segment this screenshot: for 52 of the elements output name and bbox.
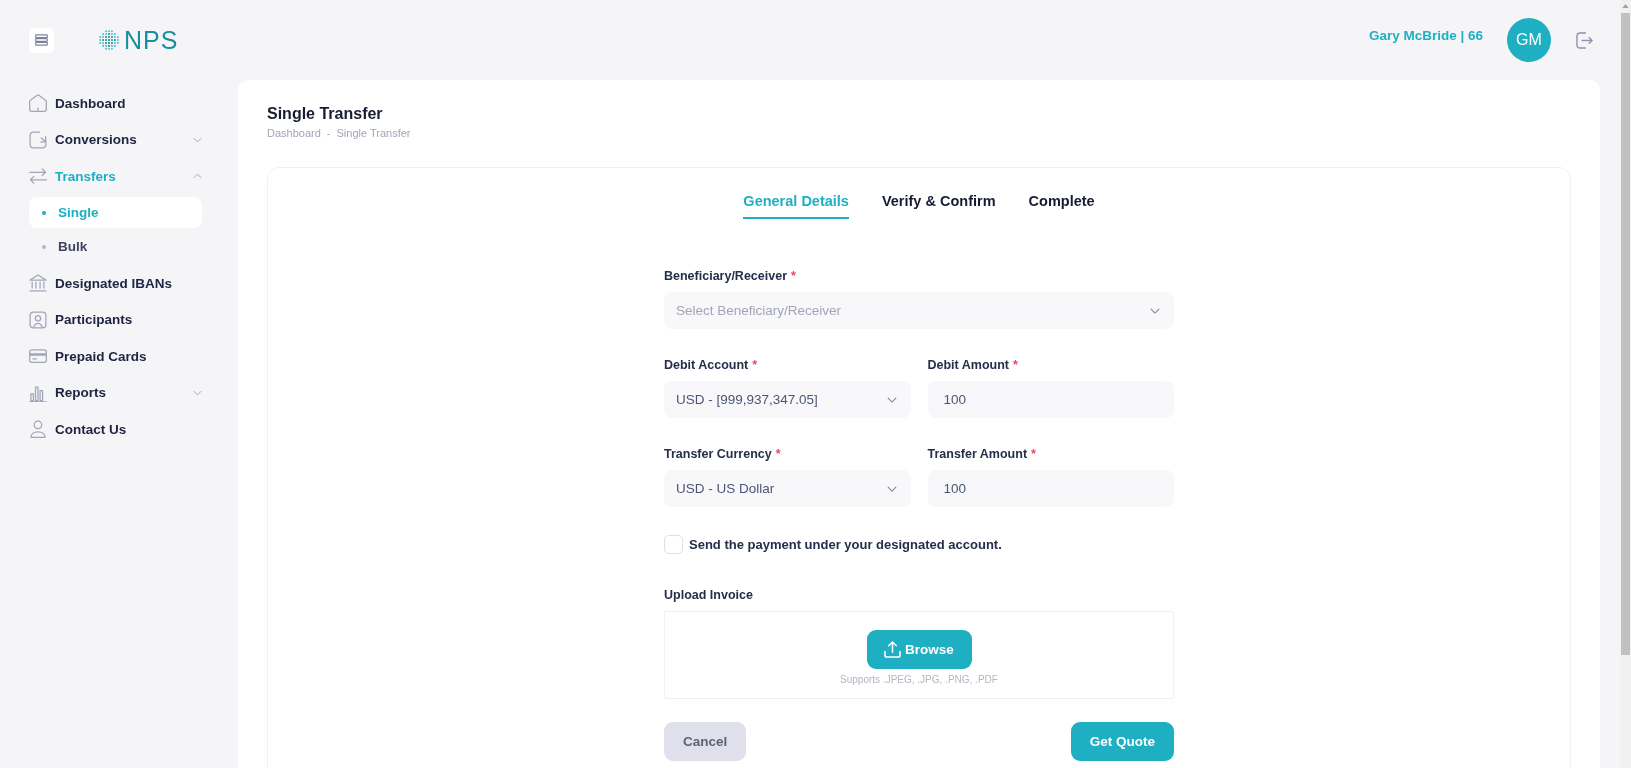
field-label: Debit Account: [664, 357, 749, 374]
field-label: Transfer Currency: [664, 446, 772, 463]
chevron-down-icon: [1150, 307, 1160, 314]
field-label: Upload Invoice: [664, 587, 753, 604]
page-title: Single Transfer: [267, 104, 384, 124]
required-mark: *: [775, 446, 781, 463]
scrollbar-thumb[interactable]: [1621, 13, 1630, 655]
swap-arrows-icon: [29, 167, 47, 186]
tab[interactable]: Complete: [1028, 192, 1095, 219]
logout-icon[interactable]: [1576, 31, 1593, 49]
select-field[interactable]: USD - US Dollar: [664, 470, 911, 507]
required-mark: *: [752, 357, 758, 374]
credit-card-icon: [29, 347, 47, 365]
home-icon: [29, 94, 47, 113]
sidebar-item[interactable]: Reports: [29, 374, 202, 411]
logo-text: NPS: [124, 27, 179, 53]
field-label: Transfer Amount: [927, 446, 1028, 463]
input-field[interactable]: 100: [927, 381, 1174, 418]
breadcrumb-separator: -: [326, 126, 331, 140]
square-arrow-icon: [29, 130, 47, 149]
caret-up-icon[interactable]: [1622, 4, 1629, 8]
required-mark: *: [1013, 357, 1018, 374]
field-label: Beneficiary/Receiver: [664, 268, 787, 285]
sidebar-item[interactable]: Conversions: [29, 121, 202, 158]
cancel-button[interactable]: Cancel: [664, 722, 747, 761]
sidebar-item[interactable]: Prepaid Cards: [29, 337, 202, 375]
menu-icon: [35, 34, 48, 46]
scrollbar[interactable]: [1620, 0, 1631, 768]
upload-icon: [884, 641, 902, 658]
checkbox[interactable]: [664, 535, 683, 554]
user-icon: [29, 420, 47, 438]
chevron-down-icon: [886, 485, 897, 492]
tab[interactable]: Verify & Confirm: [881, 192, 996, 219]
select-field[interactable]: USD - [999,937,347.05]: [664, 381, 911, 418]
sidebar-item[interactable]: Dashboard: [29, 85, 202, 122]
required-mark: *: [791, 268, 796, 285]
bank-icon: [29, 274, 47, 292]
user-name: Gary McBride | 66: [1368, 27, 1483, 43]
input-field[interactable]: 100: [927, 470, 1174, 507]
file-types-hint: Supports .JPEG, .JPG, .PNG, .PDF: [840, 673, 998, 687]
checkbox-label: Send the payment under your designated account.: [689, 537, 1002, 552]
sidebar-item[interactable]: Designated IBANs: [29, 264, 202, 302]
sidebar-subitem[interactable]: Bulk: [29, 231, 202, 262]
field-label: Debit Amount: [927, 357, 1009, 374]
bullet-dot-icon: [42, 210, 46, 215]
dot-grid-icon: [99, 30, 119, 50]
menu-button[interactable]: [29, 27, 54, 53]
sidebar-item[interactable]: Participants: [29, 301, 202, 338]
bullet-dot-icon: [42, 244, 46, 249]
required-mark: *: [1031, 446, 1036, 463]
sidebar-item[interactable]: Contact Us: [29, 410, 202, 448]
chevron-down-icon: [886, 396, 897, 403]
